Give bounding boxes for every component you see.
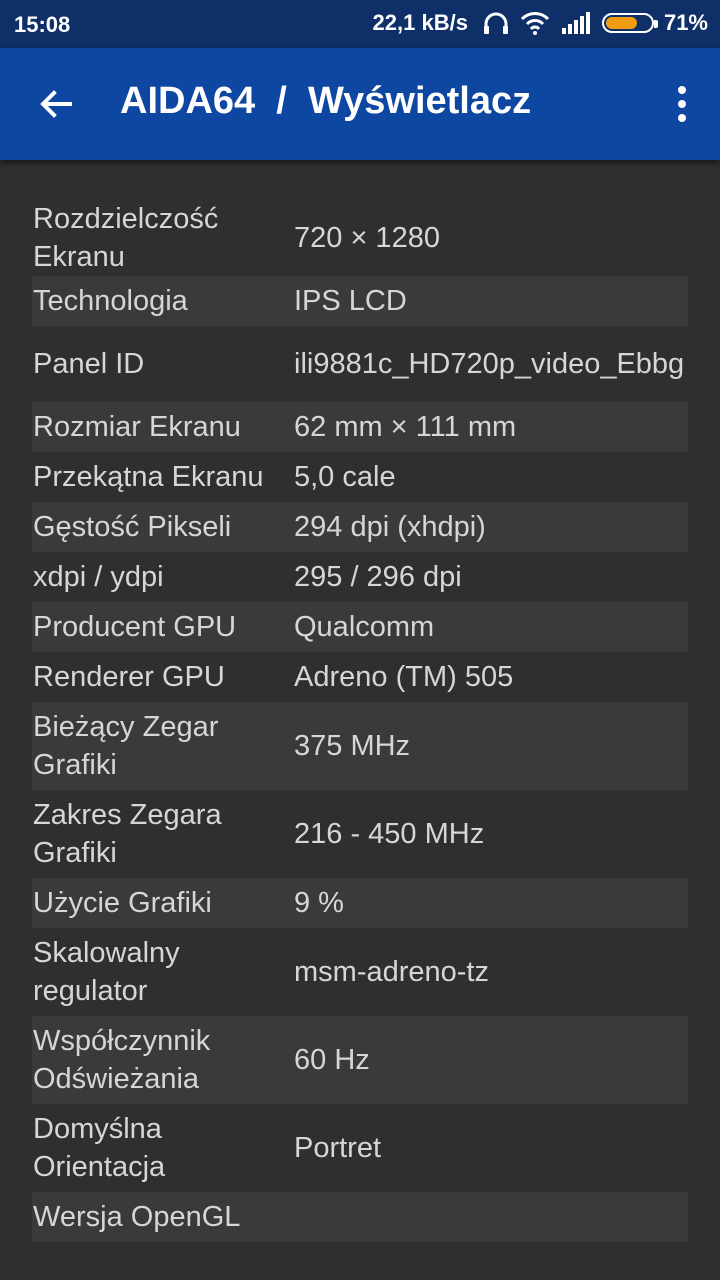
info-value: 60 Hz: [294, 1044, 370, 1076]
info-row[interactable]: Gęstość Pikseli 294 dpi (xhdpi): [32, 502, 688, 552]
signal-icon: [560, 12, 592, 34]
network-speed: 22,1 kB/s: [372, 10, 468, 35]
info-label: Współczynnik Odświeżania: [33, 1025, 211, 1095]
info-value: 375 MHz: [294, 730, 411, 762]
back-button[interactable]: [28, 76, 84, 132]
app-bar: AIDA64 / Wyświetlacz: [0, 48, 720, 160]
overflow-menu-button[interactable]: [662, 74, 702, 134]
info-label: Wersja OpenGL: [33, 1201, 241, 1233]
info-row[interactable]: Zakres Zegara Grafiki 216 - 450 MHz: [32, 790, 688, 878]
arrow-back-icon: [40, 90, 72, 118]
info-label: Producent GPU: [33, 611, 237, 643]
info-row[interactable]: Współczynnik Odświeżania 60 Hz: [32, 1016, 688, 1104]
info-value: 5,0 cale: [294, 461, 396, 493]
info-value: 720 × 1280: [294, 222, 440, 254]
info-value: ili9881c_HD720p_video_Ebbg: [294, 348, 685, 380]
info-row[interactable]: xdpi / ydpi 295 / 296 dpi: [32, 552, 688, 602]
more-vert-icon: [678, 86, 686, 122]
info-row[interactable]: Panel ID ili9881c_HD720p_video_Ebbg: [32, 326, 688, 402]
battery-percent: 71%: [663, 10, 708, 35]
page-title: AIDA64 / Wyświetlacz: [120, 80, 532, 122]
info-row[interactable]: Bieżący Zegar Grafiki 375 MHz: [32, 702, 688, 790]
info-label: Rozdzielczość Ekranu: [33, 203, 219, 273]
info-value: Qualcomm: [294, 611, 435, 643]
info-value: 295 / 296 dpi: [294, 561, 462, 593]
info-row[interactable]: Producent GPU Qualcomm: [32, 602, 688, 652]
info-row[interactable]: Renderer GPU Adreno (TM) 505: [32, 652, 688, 702]
battery-tip: [653, 20, 658, 28]
info-row[interactable]: Technologia IPS LCD: [32, 276, 688, 326]
info-row[interactable]: Rozdzielczość Ekranu 720 × 1280: [32, 200, 688, 276]
info-value: Adreno (TM) 505: [294, 661, 514, 693]
display-info-list[interactable]: Rozdzielczość Ekranu 720 × 1280 Technologi…: [32, 200, 688, 1248]
info-row[interactable]: Rozmiar Ekranu 62 mm × 111 mm: [32, 402, 688, 452]
info-value: IPS LCD: [294, 285, 407, 317]
info-value: 62 mm × 111 mm: [294, 411, 517, 443]
info-value: Portret: [294, 1132, 382, 1164]
info-label: Technologia: [33, 285, 188, 317]
info-label: Zakres Zegara Grafiki: [33, 799, 222, 869]
info-label: Przekątna Ekranu: [33, 461, 264, 493]
info-row[interactable]: Przekątna Ekranu 5,0 cale: [32, 452, 688, 502]
info-value: 9 %: [294, 887, 344, 919]
info-row[interactable]: Domyślna Orientacja Portret: [32, 1104, 688, 1192]
info-row[interactable]: Wersja OpenGL: [32, 1192, 688, 1242]
status-bar: 15:08 22,1 kB/s 71%: [0, 0, 720, 48]
info-value: 216 - 450 MHz: [294, 818, 485, 850]
wifi-icon: [520, 11, 550, 35]
info-label: Gęstość Pikseli: [33, 511, 232, 543]
info-row[interactable]: Użycie Grafiki 9 %: [32, 878, 688, 928]
status-right: 22,1 kB/s 71%: [373, 10, 708, 36]
info-label: Skalowalny regulator: [33, 937, 180, 1007]
info-value: msm-adreno-tz: [294, 956, 489, 988]
info-label: Użycie Grafiki: [33, 887, 212, 919]
info-label: Domyślna Orientacja: [33, 1113, 166, 1183]
info-row[interactable]: Skalowalny regulator msm-adreno-tz: [32, 928, 688, 1016]
headphones-icon: [482, 10, 510, 36]
info-label: Panel ID: [33, 348, 145, 380]
info-value: 294 dpi (xhdpi): [294, 511, 486, 543]
battery-level-fill: [605, 17, 638, 29]
info-label: Bieżący Zegar Grafiki: [33, 711, 219, 781]
battery-icon: [601, 13, 658, 33]
status-time: 15:08: [14, 12, 71, 37]
info-label: Rozmiar Ekranu: [33, 411, 241, 443]
info-label: Renderer GPU: [33, 661, 225, 693]
info-label: xdpi / ydpi: [33, 561, 164, 593]
